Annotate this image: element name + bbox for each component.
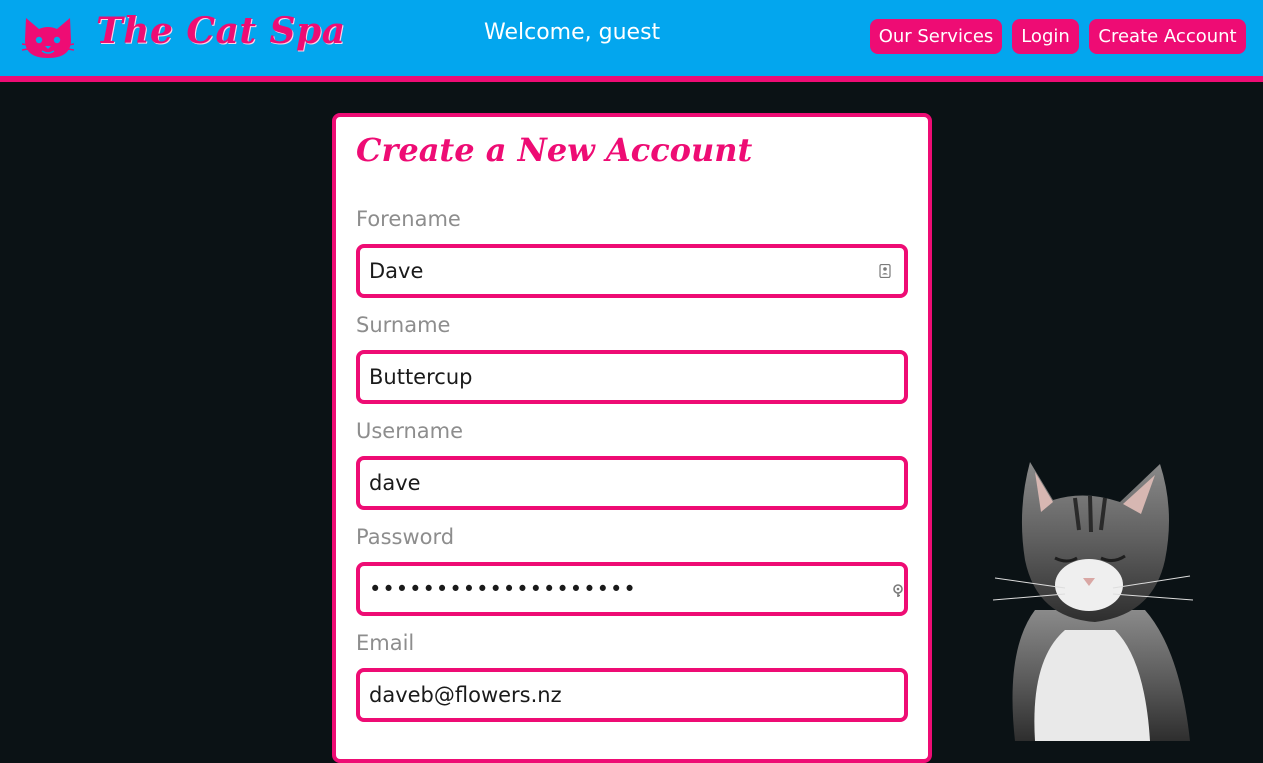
cat-face-icon[interactable] — [22, 16, 74, 60]
password-input[interactable] — [356, 562, 908, 616]
email-input[interactable] — [356, 668, 908, 722]
contact-card-icon[interactable] — [878, 264, 892, 278]
top-navbar: The Cat Spa Welcome, guest Our Services … — [0, 0, 1263, 82]
surname-input[interactable] — [356, 350, 908, 404]
create-account-button[interactable]: Create Account — [1089, 19, 1246, 54]
username-input[interactable] — [356, 456, 908, 510]
email-label: Email — [356, 631, 415, 655]
form-title: Create a New Account — [356, 131, 753, 169]
welcome-message: Welcome, guest — [484, 20, 661, 45]
login-button[interactable]: Login — [1012, 19, 1079, 54]
create-account-form: Create a New Account Forename Surname Us… — [332, 113, 932, 763]
username-label: Username — [356, 419, 464, 443]
surname-label: Surname — [356, 313, 451, 337]
forename-input[interactable] — [356, 244, 908, 298]
brand-title[interactable]: The Cat Spa — [96, 10, 346, 52]
password-key-icon[interactable] — [891, 584, 905, 598]
forename-label: Forename — [356, 207, 461, 231]
password-label: Password — [356, 525, 455, 549]
our-services-button[interactable]: Our Services — [870, 19, 1002, 54]
cat-photo — [992, 462, 1194, 741]
